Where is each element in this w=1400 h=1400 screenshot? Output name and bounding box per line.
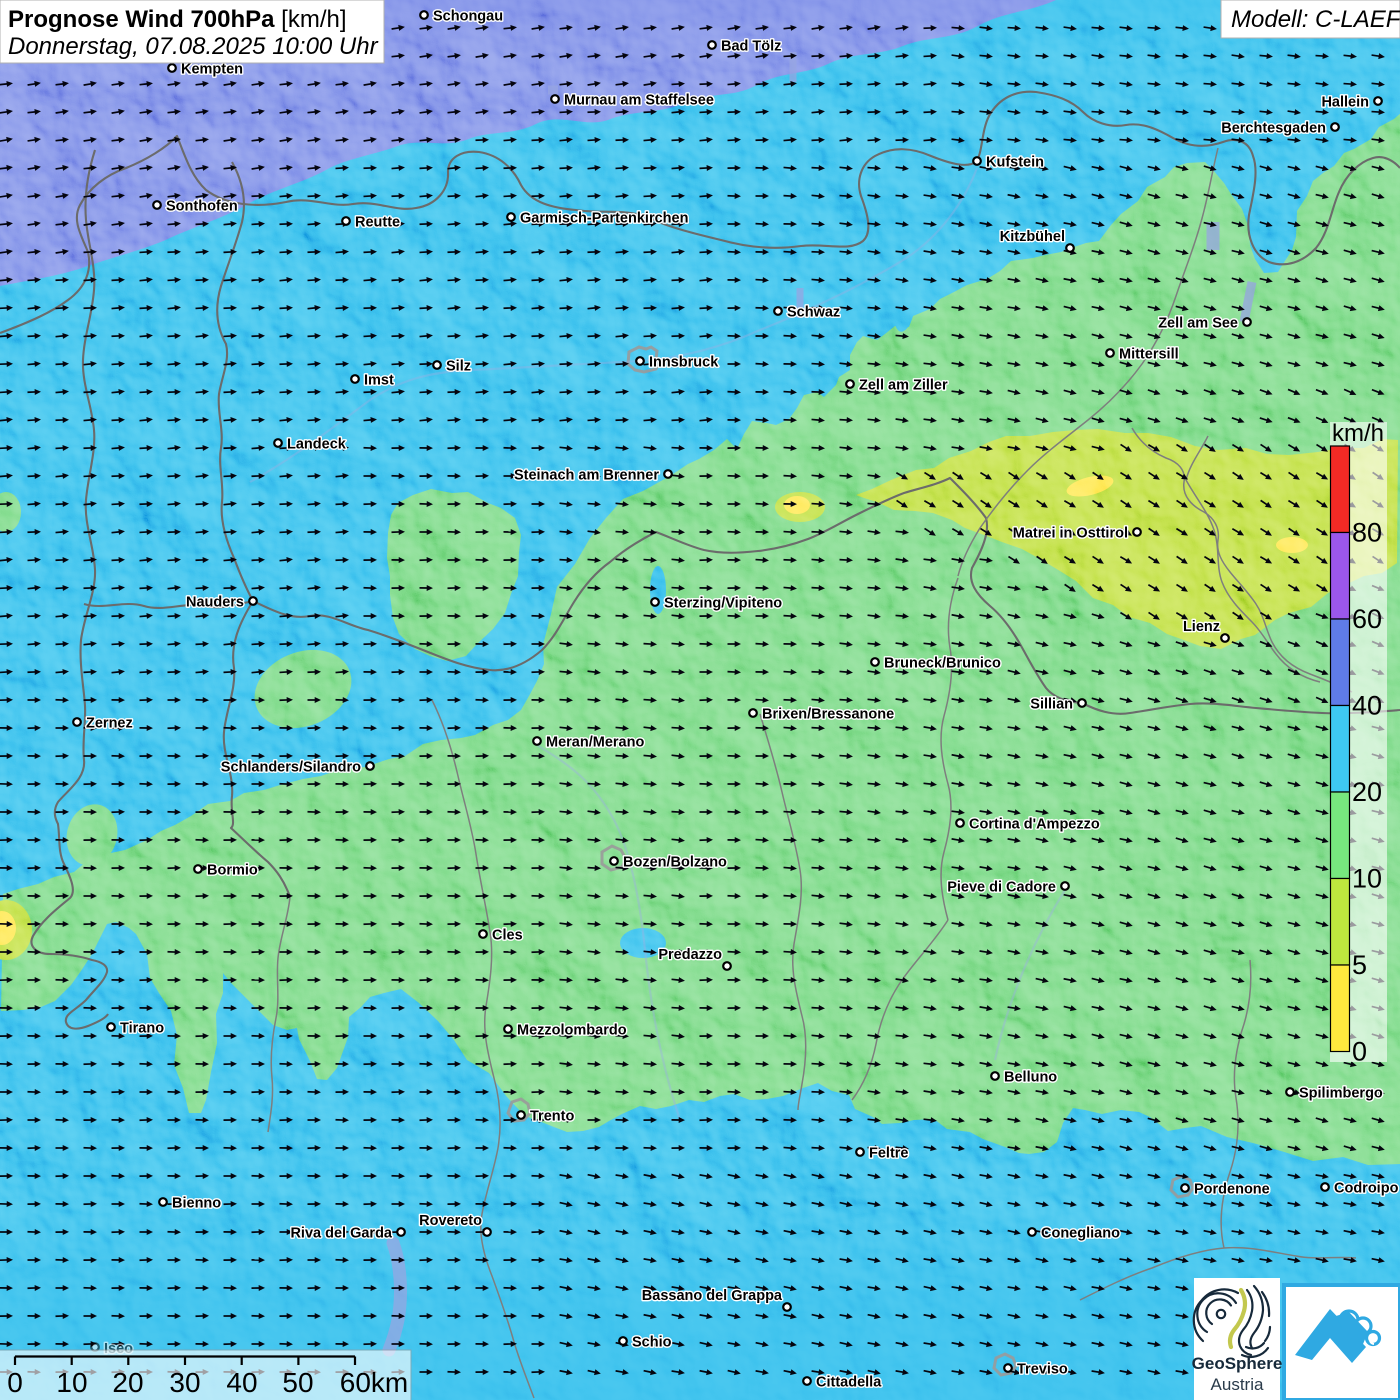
svg-text:Meran/Merano: Meran/Merano (546, 735, 644, 751)
svg-text:50: 50 (282, 1367, 313, 1398)
svg-text:Kufstein: Kufstein (986, 155, 1044, 171)
svg-text:10: 10 (56, 1367, 87, 1398)
svg-text:Cortina d'Ampezzo: Cortina d'Ampezzo (969, 817, 1100, 833)
svg-text:Bienno: Bienno (172, 1196, 221, 1212)
svg-text:Mittersill: Mittersill (1119, 347, 1179, 363)
svg-text:Zell am See: Zell am See (1158, 316, 1238, 332)
svg-text:5: 5 (1352, 950, 1367, 980)
svg-text:80: 80 (1352, 518, 1382, 548)
svg-text:Matrei in Osttirol: Matrei in Osttirol (1013, 526, 1128, 542)
svg-text:Belluno: Belluno (1004, 1070, 1057, 1086)
svg-text:0: 0 (1352, 1037, 1367, 1067)
svg-text:Brixen/Bressanone: Brixen/Bressanone (762, 707, 894, 723)
svg-text:10: 10 (1352, 864, 1382, 894)
svg-text:Donnerstag, 07.08.2025 10:00 U: Donnerstag, 07.08.2025 10:00 Uhr (8, 33, 379, 60)
svg-text:60: 60 (1352, 604, 1382, 634)
svg-text:Tirano: Tirano (120, 1021, 164, 1037)
svg-text:Feltre: Feltre (869, 1146, 909, 1162)
svg-text:Lienz: Lienz (1183, 619, 1220, 635)
svg-text:Schongau: Schongau (433, 9, 503, 25)
svg-text:40: 40 (1352, 691, 1382, 721)
svg-text:30: 30 (169, 1367, 200, 1398)
svg-text:Steinach am Brenner: Steinach am Brenner (514, 468, 659, 484)
svg-text:Berchtesgaden: Berchtesgaden (1221, 121, 1326, 137)
svg-text:Conegliano: Conegliano (1041, 1226, 1120, 1242)
svg-text:Silz: Silz (446, 359, 471, 375)
svg-text:Sterzing/Vipiteno: Sterzing/Vipiteno (664, 596, 782, 612)
svg-text:Schwaz: Schwaz (787, 305, 840, 321)
svg-text:Nauders: Nauders (186, 595, 244, 611)
svg-text:GeoSphere: GeoSphere (1192, 1354, 1283, 1373)
svg-text:Cles: Cles (492, 928, 523, 944)
svg-text:0: 0 (7, 1367, 23, 1398)
svg-text:Bassano del Grappa: Bassano del Grappa (642, 1288, 783, 1304)
svg-text:Pieve di Cadore: Pieve di Cadore (947, 880, 1056, 896)
svg-text:Bormio: Bormio (207, 863, 258, 879)
svg-text:Hallein: Hallein (1321, 95, 1369, 111)
svg-text:Predazzo: Predazzo (658, 947, 722, 963)
svg-text:Kempten: Kempten (181, 62, 243, 78)
svg-text:Garmisch-Partenkirchen: Garmisch-Partenkirchen (520, 211, 688, 227)
svg-text:Sonthofen: Sonthofen (166, 199, 238, 215)
svg-text:Bruneck/Brunico: Bruneck/Brunico (884, 656, 1001, 672)
svg-text:Landeck: Landeck (287, 437, 347, 453)
svg-text:Zernez: Zernez (86, 716, 133, 732)
svg-text:Imst: Imst (364, 373, 394, 389)
svg-text:Murnau am Staffelsee: Murnau am Staffelsee (564, 93, 714, 109)
svg-text:Schlanders/Silandro: Schlanders/Silandro (221, 760, 361, 776)
svg-text:Schio: Schio (632, 1335, 672, 1351)
svg-text:20: 20 (112, 1367, 143, 1398)
svg-text:Riva del Garda: Riva del Garda (290, 1226, 392, 1242)
svg-text:Modell: C-LAEF: Modell: C-LAEF (1231, 6, 1400, 33)
svg-text:Spilimbergo: Spilimbergo (1299, 1086, 1383, 1102)
svg-text:Zell am Ziller: Zell am Ziller (859, 378, 948, 394)
svg-text:Reutte: Reutte (355, 215, 400, 231)
svg-text:Prognose Wind 700hPa [km/h]: Prognose Wind 700hPa [km/h] (8, 6, 347, 33)
svg-text:Mezzolombardo: Mezzolombardo (517, 1023, 627, 1039)
svg-text:Codroipo: Codroipo (1334, 1181, 1399, 1197)
svg-text:40: 40 (226, 1367, 257, 1398)
svg-text:km/h: km/h (1332, 420, 1384, 447)
svg-text:20: 20 (1352, 777, 1382, 807)
svg-text:60km: 60km (340, 1367, 408, 1398)
svg-text:Bozen/Bolzano: Bozen/Bolzano (623, 855, 727, 871)
svg-text:Kitzbühel: Kitzbühel (1000, 229, 1065, 245)
svg-text:Pordenone: Pordenone (1194, 1182, 1270, 1198)
svg-text:Trento: Trento (530, 1109, 574, 1125)
svg-text:Rovereto: Rovereto (419, 1213, 482, 1229)
svg-text:Cittadella: Cittadella (816, 1375, 882, 1391)
svg-text:Treviso: Treviso (1017, 1362, 1068, 1378)
svg-text:Bad Tölz: Bad Tölz (721, 39, 781, 55)
svg-text:Austria: Austria (1211, 1375, 1264, 1394)
svg-text:Sillian: Sillian (1030, 697, 1073, 713)
svg-text:Innsbruck: Innsbruck (649, 355, 719, 371)
